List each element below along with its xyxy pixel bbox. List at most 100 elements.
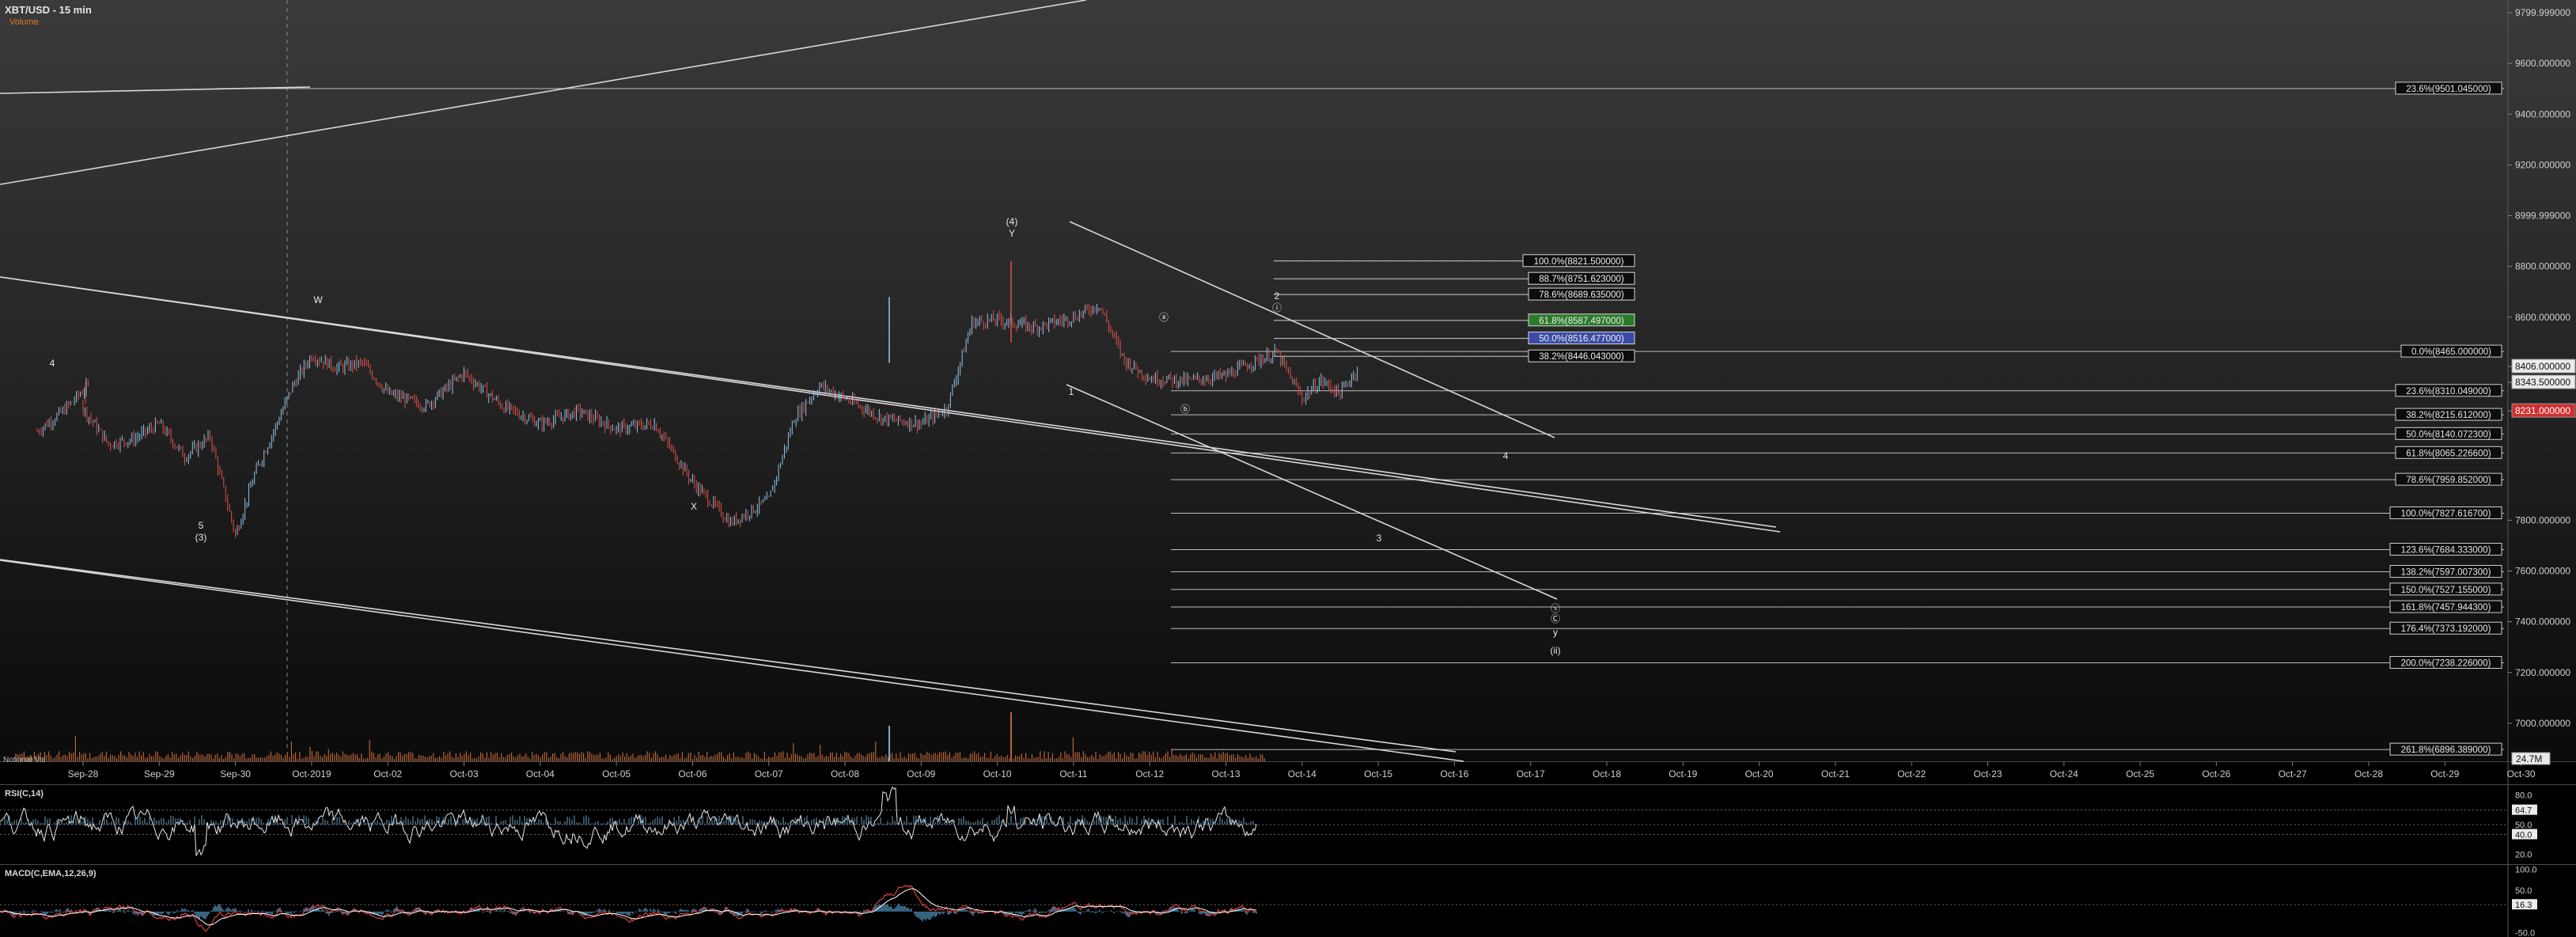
fib-level-label: 0.0%(8465.000000) [2411,347,2491,357]
x-tick-label: Oct-26 [2202,768,2230,780]
x-tick-label: Oct-25 [2126,768,2154,780]
trendline [0,86,311,94]
price-chart-svg: 9799.999000 9600.000000 9400.000000 9200.00… [0,0,2576,937]
macd-tick-label: -50.0 [2515,929,2535,937]
x-tick-label: Oct-23 [1973,768,2002,780]
retrace-level-label: 100.0%(8821.500000) [1534,257,1624,267]
x-tick-label: Oct-22 [1897,768,1926,780]
y-tick-label: 8600.000000 [2515,312,2570,323]
macd-signal-line [0,888,1257,926]
wave-label: 5 [199,520,204,531]
fib-level-label: 161.8%(7457.944300) [2401,603,2491,613]
x-tick-label: Sep-30 [220,768,251,780]
x-tick-label: Oct-03 [449,768,478,780]
fib-level-label: 138.2%(7597.007300) [2401,567,2491,577]
volume-legend: Volume [9,17,39,27]
x-tick-label: Oct-21 [1821,768,1850,780]
x-tick-label: Oct-28 [2354,768,2383,780]
x-tick-label: Oct-15 [1364,768,1392,780]
trendline [0,559,1457,753]
chart-title: XBT/USD - 15 min [5,4,92,16]
x-tick-label: Oct-05 [602,768,631,780]
fib-level-label: 123.6%(7684.333000) [2401,545,2491,555]
y-tick-label: 7600.000000 [2515,566,2570,577]
wave-label: ⓢ [1551,603,1560,614]
retrace-level-label: 61.8%(8587.497000) [1539,317,1624,326]
wave-label: ⓑ [1180,404,1190,415]
fib-level-label: 150.0%(7527.155000) [2401,586,2491,595]
x-tick-label: Oct-12 [1135,768,1164,780]
rsi-tick-label: 20.0 [2515,851,2532,860]
y-tick-label: 8343.500000 [2515,377,2570,388]
x-tick-label: Oct-19 [1669,768,1697,780]
wave-label: 1 [1069,386,1074,397]
retrace-level-label: 38.2%(8446.043000) [1539,352,1624,362]
macd-tick-label: 16.3 [2515,901,2532,910]
y-tick-label: 8231.000000 [2515,405,2570,416]
x-tick-label: Oct-09 [907,768,935,780]
wave-label: X [691,501,697,512]
y-tick-label: 8406.000000 [2515,361,2570,372]
wave-label: Y [1009,228,1015,239]
y-tick-label: 9799.999000 [2515,7,2570,18]
x-tick-label: Oct-30 [2507,768,2536,780]
trendline [1069,221,1555,438]
wave-label: ⓐ [1159,312,1169,323]
y-tick-label: 8800.000000 [2515,261,2570,272]
y-tick-label: 9200.000000 [2515,159,2570,170]
x-tick-label: Oct-20 [1745,768,1774,780]
y-tick-label: 8999.999000 [2515,211,2570,222]
y-tick-label: 7800.000000 [2515,514,2570,525]
rsi-tick-label: 64.7 [2515,806,2532,816]
wave-label: (4) [1006,216,1018,227]
wave-label: 3 [1377,533,1382,544]
y-tick-label: 9600.000000 [2515,58,2570,69]
rsi-tick-label: 40.0 [2515,831,2532,840]
x-tick-label: Oct-13 [1211,768,1240,780]
wave-label: 4 [50,358,55,369]
fib-level-label: 100.0%(7827.616700) [2401,510,2491,519]
y-tick-label: 7400.000000 [2515,616,2570,628]
y-tick-label: 7200.000000 [2515,667,2570,678]
fib-level-label: 50.0%(8140.072300) [2406,430,2491,439]
rsi-tick-label: 80.0 [2515,791,2532,801]
fib-level-label: 200.0%(7238.226000) [2401,659,2491,669]
volume-caption: Notional Vol [3,756,45,764]
retrace-level-label: 88.7%(8751.623000) [1539,275,1624,284]
retrace-level-label: 50.0%(8516.477000) [1539,335,1624,344]
x-tick-label: Oct-10 [983,768,1012,780]
wave-label: 2 [1275,290,1280,302]
wave-label: (3) [195,532,207,543]
rsi-line [0,786,1257,856]
fib-level-label: 38.2%(8215.612000) [2406,411,2491,420]
wave-label: Ⓒ [1551,613,1560,624]
x-tick-label: Oct-02 [373,768,402,780]
fib-level-label: 176.4%(7373.192000) [2401,624,2491,634]
macd-tick-label: 50.0 [2515,886,2532,896]
x-tick-label: Oct-2019 [292,768,331,780]
x-tick-label: Oct-11 [1059,768,1087,780]
wave-label: y [1553,627,1558,638]
fib-level-label: 261.8%(6896.389000) [2401,745,2491,755]
x-tick-label: Oct-06 [678,768,707,780]
wave-label: 4 [1503,450,1509,461]
x-tick-label: Oct-29 [2430,768,2459,780]
x-tick-label: Oct-27 [2279,768,2307,780]
x-tick-label: Oct-14 [1288,768,1316,780]
x-tick-label: Sep-29 [144,768,175,780]
wave-label: W [313,294,323,305]
fib-level-label: 23.6%(8310.049000) [2406,387,2491,396]
retrace-level-label: 78.6%(8689.635000) [1539,290,1624,300]
x-tick-label: Oct-18 [1593,768,1621,780]
rsi-tick-label: 50.0 [2515,821,2532,830]
wave-label: (ii) [1550,645,1560,656]
fib-level-label: 78.6%(7959.852000) [2406,476,2491,485]
fib-level-label: 23.6%(9501.045000) [2406,85,2491,94]
trendline [0,0,1087,185]
trendline [0,276,1777,528]
wave-label: ⓘ [1272,302,1282,313]
x-tick-label: Oct-16 [1440,768,1468,780]
x-tick-label: Oct-08 [831,768,859,780]
fib-level-label: 61.8%(8065.226600) [2406,449,2491,458]
x-tick-label: Oct-04 [526,768,555,780]
